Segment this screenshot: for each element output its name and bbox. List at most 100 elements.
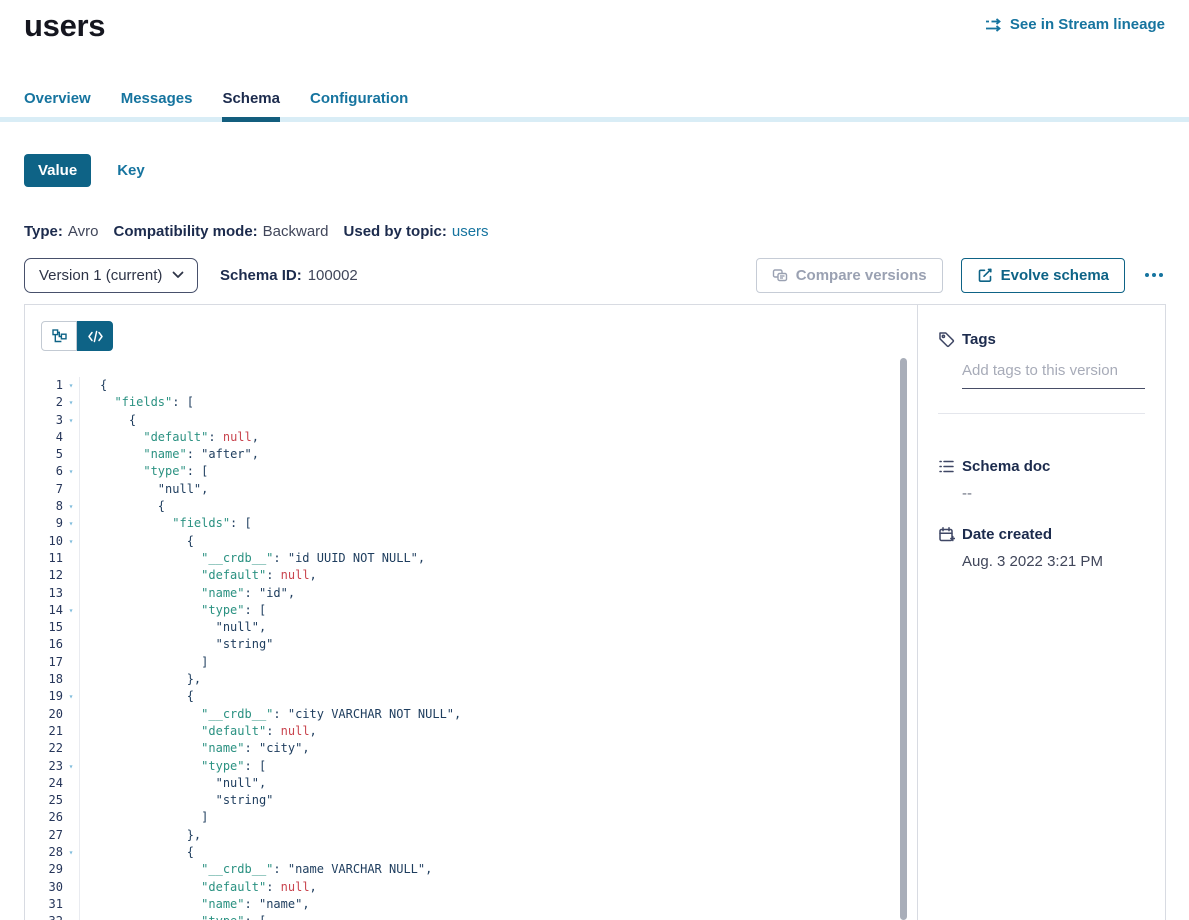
tab-underline-track [0, 117, 1189, 122]
fold-arrow-icon[interactable]: ▾ [63, 758, 80, 775]
fold-spacer [63, 619, 80, 636]
line-number: 12 [25, 567, 63, 584]
tag-icon [938, 331, 955, 348]
code-line: 28▾ { [25, 844, 917, 861]
used-by-topic-meta: Used by topic: users [344, 223, 489, 240]
stream-lineage-icon [985, 18, 1003, 32]
topic-link[interactable]: users [452, 223, 489, 240]
schema-doc-section-header: Schema doc [938, 458, 1145, 475]
line-number: 9 [25, 515, 63, 532]
editor-scrollbar[interactable] [900, 358, 907, 920]
line-number: 17 [25, 654, 63, 671]
code-text: ] [80, 654, 208, 671]
value-toggle-button[interactable]: Value [24, 154, 91, 187]
line-number: 24 [25, 775, 63, 792]
more-options-button[interactable] [1143, 267, 1165, 283]
list-icon [938, 458, 955, 475]
code-text: "name": "id", [80, 585, 295, 602]
fold-arrow-icon[interactable]: ▾ [63, 844, 80, 861]
fold-spacer [63, 706, 80, 723]
code-text: "default": null, [80, 567, 317, 584]
code-text: "__crdb__": "city VARCHAR NOT NULL", [80, 706, 461, 723]
tab-messages[interactable]: Messages [121, 90, 193, 117]
fold-arrow-icon[interactable]: ▾ [63, 498, 80, 515]
code-line: 15 "null", [25, 619, 917, 636]
line-number: 21 [25, 723, 63, 740]
tab-schema[interactable]: Schema [222, 90, 280, 117]
code-text: "fields": [ [80, 515, 252, 532]
line-number: 19 [25, 688, 63, 705]
code-line: 1▾{ [25, 377, 917, 394]
line-number: 27 [25, 827, 63, 844]
code-line: 19▾ { [25, 688, 917, 705]
code-line: 16 "string" [25, 636, 917, 653]
code-line: 5 "name": "after", [25, 446, 917, 463]
code-text: ] [80, 809, 208, 826]
code-text: "__crdb__": "id UUID NOT NULL", [80, 550, 425, 567]
code-line: 18 }, [25, 671, 917, 688]
code-text: "string" [80, 792, 273, 809]
line-number: 26 [25, 809, 63, 826]
compatibility-meta: Compatibility mode: Backward [113, 223, 328, 240]
compare-versions-button[interactable]: Compare versions [756, 258, 943, 293]
code-view-icon [87, 330, 104, 343]
fold-arrow-icon[interactable]: ▾ [63, 913, 80, 920]
line-number: 5 [25, 446, 63, 463]
code-line: 3▾ { [25, 412, 917, 429]
fold-spacer [63, 879, 80, 896]
active-tab-indicator [222, 117, 280, 122]
tab-bar: Overview Messages Schema Configuration [0, 90, 1189, 122]
code-text: { [80, 377, 107, 394]
add-tags-input[interactable] [962, 362, 1145, 389]
code-line: 2▾ "fields": [ [25, 394, 917, 411]
line-number: 32 [25, 913, 63, 920]
tab-overview[interactable]: Overview [24, 90, 91, 117]
code-text: "type": [ [80, 463, 208, 480]
line-number: 29 [25, 861, 63, 878]
code-line: 8▾ { [25, 498, 917, 515]
code-text: { [80, 533, 194, 550]
code-view-button[interactable] [77, 321, 113, 351]
schema-id-label: Schema ID: [220, 267, 302, 284]
tree-view-button[interactable] [41, 321, 77, 351]
code-line: 21 "default": null, [25, 723, 917, 740]
code-lines: 1▾{2▾ "fields": [3▾ {4 "default": null,5… [25, 377, 917, 920]
code-line: 14▾ "type": [ [25, 602, 917, 619]
date-created-value: Aug. 3 2022 3:21 PM [962, 553, 1145, 570]
fold-arrow-icon[interactable]: ▾ [63, 688, 80, 705]
evolve-schema-button[interactable]: Evolve schema [961, 258, 1125, 293]
code-line: 26 ] [25, 809, 917, 826]
fold-arrow-icon[interactable]: ▾ [63, 412, 80, 429]
version-select[interactable]: Version 1 (current) [24, 258, 198, 293]
line-number: 3 [25, 412, 63, 429]
code-line: 20 "__crdb__": "city VARCHAR NOT NULL", [25, 706, 917, 723]
type-label: Type: [24, 223, 63, 240]
compare-versions-label: Compare versions [796, 267, 927, 284]
fold-arrow-icon[interactable]: ▾ [63, 377, 80, 394]
fold-arrow-icon[interactable]: ▾ [63, 515, 80, 532]
fold-arrow-icon[interactable]: ▾ [63, 533, 80, 550]
fold-spacer [63, 567, 80, 584]
fold-arrow-icon[interactable]: ▾ [63, 394, 80, 411]
fold-arrow-icon[interactable]: ▾ [63, 463, 80, 480]
line-number: 18 [25, 671, 63, 688]
code-text: }, [80, 827, 201, 844]
schema-type-meta: Type: Avro [24, 223, 98, 240]
schema-id: Schema ID: 100002 [220, 267, 358, 284]
code-text: "default": null, [80, 723, 317, 740]
fold-spacer [63, 792, 80, 809]
fold-spacer [63, 723, 80, 740]
see-in-stream-lineage-link[interactable]: See in Stream lineage [985, 16, 1165, 33]
code-line: 27 }, [25, 827, 917, 844]
code-text: { [80, 412, 136, 429]
fold-spacer [63, 654, 80, 671]
date-created-title: Date created [962, 526, 1052, 543]
line-number: 20 [25, 706, 63, 723]
code-text: "name": "name", [80, 896, 310, 913]
fold-arrow-icon[interactable]: ▾ [63, 602, 80, 619]
tab-configuration[interactable]: Configuration [310, 90, 408, 117]
schema-type-toggle: Value Key [0, 154, 1189, 187]
key-toggle-link[interactable]: Key [117, 162, 145, 179]
ellipsis-icon [1145, 273, 1163, 277]
code-line: 32▾ "type": [ [25, 913, 917, 920]
